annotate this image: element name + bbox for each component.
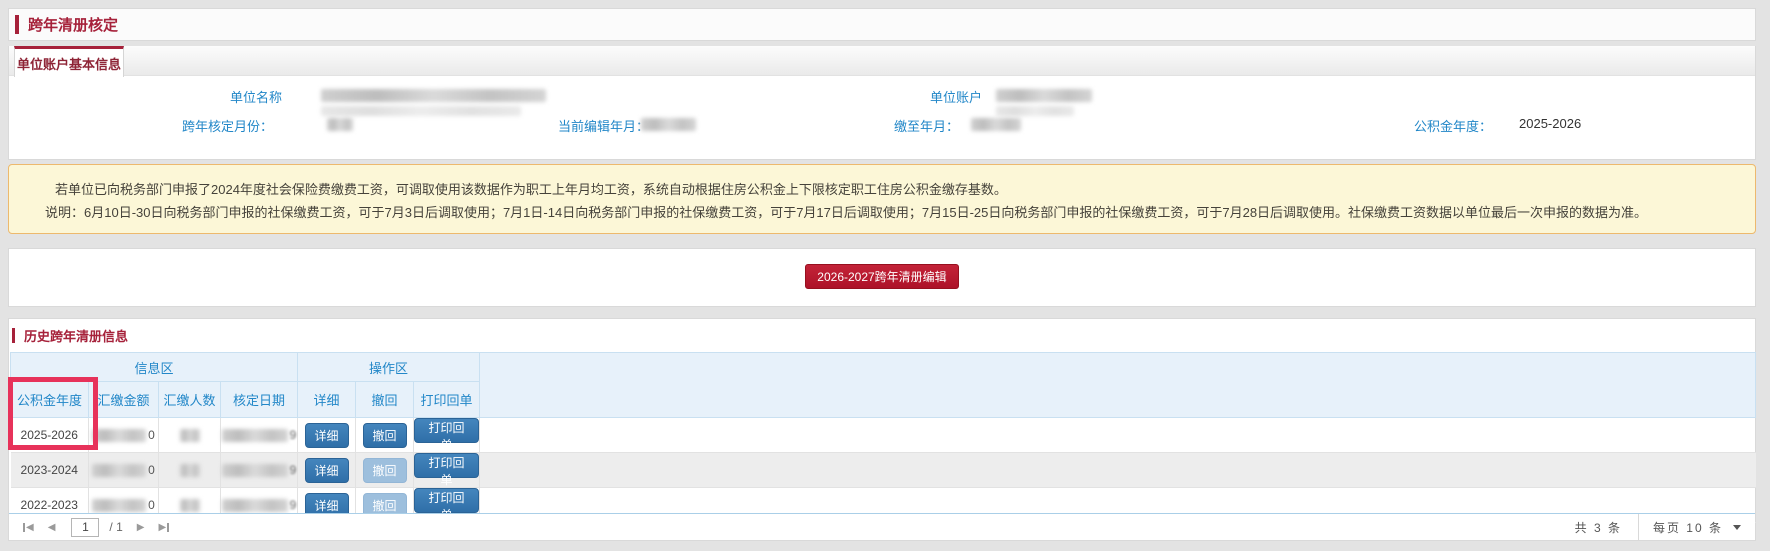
page-size-select[interactable]: 每页 10 条: [1638, 514, 1755, 540]
page-total-label: / 1: [109, 520, 122, 534]
detail-cell: 详细: [298, 418, 356, 453]
fund-year-value: 2025-2026: [1519, 116, 1581, 131]
print-receipt-button[interactable]: 打印回单: [414, 418, 479, 443]
date-cell-redacted: 9: [221, 418, 298, 453]
prev-page-button[interactable]: ◀: [48, 522, 56, 533]
group-header-info: 信息区: [11, 353, 298, 382]
account-info-form: 单位名称 单位账户 跨年核定月份： 当前编辑年月： 缴至年月： 公积金年度： 2…: [9, 76, 1755, 159]
col-people: 汇缴人数: [159, 382, 221, 418]
chevron-down-icon: [1733, 525, 1741, 530]
notice-line-2: 说明：6月10日-30日向税务部门申报的社保缴费工资，可于7月3日后调取使用；7…: [45, 202, 1647, 221]
edit-month-label: 当前编辑年月：: [519, 116, 649, 135]
amount-cell-redacted: 0: [89, 453, 159, 488]
revoke-cell: 撤回: [356, 453, 414, 488]
verify-month-value-redacted: [327, 116, 353, 131]
title-bar: 跨年清册核定: [8, 8, 1756, 41]
revoke-button: 撤回: [363, 458, 407, 483]
col-amount: 汇缴金额: [89, 382, 159, 418]
unit-account-label: 单位账户: [852, 87, 982, 106]
detail-button[interactable]: 详细: [305, 423, 349, 448]
history-section-header: 历史跨年清册信息: [9, 319, 1755, 352]
table-row: 2025-20260 9 详细撤回打印回单: [11, 418, 1756, 453]
header-filler: [480, 353, 1756, 418]
page-title: 跨年清册核定: [28, 14, 118, 35]
revoke-cell: 撤回: [356, 418, 414, 453]
history-accent-bar: [12, 328, 15, 343]
fund-year-label: 公积金年度：: [1362, 116, 1492, 135]
pagination-bar: ◀ ◀ / 1 ▶ ▶ 共 3 条 每页 10 条: [9, 513, 1755, 540]
page-size-label: 每页 10 条: [1653, 519, 1723, 536]
detail-cell: 详细: [298, 453, 356, 488]
fund-year-cell: 2023-2024: [11, 453, 89, 488]
row-filler: [480, 418, 1756, 453]
print-receipt-button[interactable]: 打印回单: [414, 488, 479, 513]
unit-name-value-redacted: [321, 87, 546, 117]
revoke-button[interactable]: 撤回: [363, 423, 407, 448]
col-date: 核定日期: [221, 382, 298, 418]
cross-year-edit-button[interactable]: 2026-2027跨年清册编辑: [805, 264, 958, 289]
fund-year-cell: 2025-2026: [11, 418, 89, 453]
amount-cell-redacted: 0: [89, 418, 159, 453]
group-header-ops: 操作区: [298, 353, 480, 382]
people-cell-redacted: [159, 418, 221, 453]
unit-account-value-redacted: [996, 87, 1092, 117]
next-page-button[interactable]: ▶: [137, 522, 145, 533]
first-page-button[interactable]: ◀: [23, 522, 34, 533]
history-panel: 历史跨年清册信息 信息区 操作区 公积金年度 汇缴金额 汇缴人数 核定日期 详细: [8, 318, 1756, 541]
row-filler: [480, 453, 1756, 488]
notice-box: 若单位已向税务部门申报了2024年度社会保险费缴费工资，可调取使用该数据作为职工…: [8, 164, 1756, 234]
history-table: 信息区 操作区 公积金年度 汇缴金额 汇缴人数 核定日期 详细 撤回 打印回单 …: [10, 352, 1756, 523]
col-print: 打印回单: [414, 382, 480, 418]
print-receipt-button[interactable]: 打印回单: [414, 453, 479, 478]
people-cell-redacted: [159, 453, 221, 488]
col-fund-year: 公积金年度: [11, 382, 89, 418]
last-page-button[interactable]: ▶: [158, 522, 169, 533]
page: 跨年清册核定 单位账户基本信息 单位名称 单位账户 跨年核定月份： 当前编辑年月…: [0, 0, 1770, 551]
paid-month-value-redacted: [971, 116, 1021, 131]
verify-month-label: 跨年核定月份：: [143, 116, 273, 135]
edit-month-value-redacted: [641, 116, 696, 131]
col-detail: 详细: [298, 382, 356, 418]
print-cell: 打印回单: [414, 453, 480, 488]
account-info-panel: 单位账户基本信息 单位名称 单位账户 跨年核定月份： 当前编辑年月： 缴至年月：…: [8, 46, 1756, 160]
col-revoke: 撤回: [356, 382, 414, 418]
history-section-title: 历史跨年清册信息: [24, 326, 128, 345]
table-row: 2023-20240 9 详细撤回打印回单: [11, 453, 1756, 488]
print-cell: 打印回单: [414, 418, 480, 453]
total-count-label: 共 3 条: [1575, 519, 1622, 536]
title-accent-bar: [15, 15, 19, 34]
date-cell-redacted: 9: [221, 453, 298, 488]
paid-month-label: 缴至年月：: [829, 116, 959, 135]
detail-button[interactable]: 详细: [305, 458, 349, 483]
tab-unit-account-info[interactable]: 单位账户基本信息: [14, 46, 124, 77]
unit-name-label: 单位名称: [152, 87, 282, 106]
action-bar: 2026-2027跨年清册编辑: [8, 248, 1756, 307]
table-group-header-row: 信息区 操作区: [11, 353, 1756, 382]
tab-bar: 单位账户基本信息: [9, 46, 1755, 76]
page-input[interactable]: [71, 518, 99, 537]
notice-line-1: 若单位已向税务部门申报了2024年度社会保险费缴费工资，可调取使用该数据作为职工…: [55, 179, 1007, 198]
